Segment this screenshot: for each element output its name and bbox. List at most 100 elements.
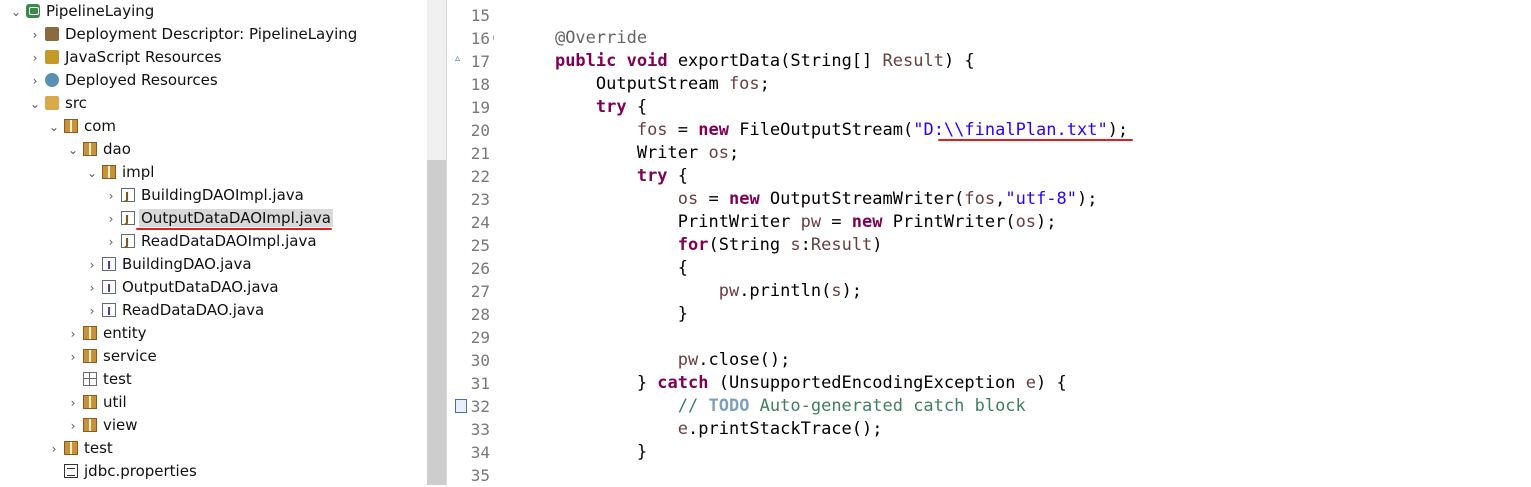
code-line[interactable]: Writer os; bbox=[514, 142, 739, 165]
code-token: public bbox=[554, 51, 617, 71]
code-token: new bbox=[698, 120, 729, 140]
code-line[interactable]: e.printStackTrace(); bbox=[514, 418, 883, 441]
chevron-right-icon[interactable]: › bbox=[27, 70, 43, 93]
line-number: 30 bbox=[470, 351, 490, 370]
code-line[interactable]: public void exportData(String[] Result) … bbox=[514, 50, 975, 73]
properties-file-icon bbox=[64, 464, 78, 478]
tree-item[interactable]: › BuildingDAOImpl.java bbox=[103, 184, 306, 208]
tree-item-label: src bbox=[65, 94, 87, 112]
tree-item[interactable]: › OutputDataDAO.java bbox=[84, 276, 281, 300]
code-line[interactable]: @Override bbox=[514, 27, 647, 50]
chevron-right-icon[interactable]: › bbox=[27, 24, 43, 47]
code-token: PrintWriter bbox=[514, 212, 801, 232]
chevron-right-icon[interactable]: › bbox=[65, 346, 81, 369]
tree-item[interactable]: › entity bbox=[65, 322, 149, 345]
tree-item[interactable]: › Deployment Descriptor: PipelineLaying bbox=[27, 23, 359, 46]
package-icon bbox=[83, 395, 97, 409]
tree-item[interactable]: › Deployed Resources bbox=[27, 69, 220, 92]
chevron-right-icon[interactable]: › bbox=[46, 438, 62, 461]
code-token: s bbox=[790, 235, 801, 255]
code-token: os bbox=[677, 189, 699, 209]
code-line[interactable]: for(String s:Result) bbox=[514, 234, 883, 257]
tree-item[interactable]: › util bbox=[65, 391, 129, 414]
chevron-right-icon[interactable]: › bbox=[103, 208, 119, 231]
tree-item[interactable]: › ReadDataDAOImpl.java bbox=[103, 230, 319, 254]
tree-item[interactable]: jdbc.properties bbox=[46, 460, 199, 483]
tree-item[interactable]: ⌄ impl bbox=[84, 161, 156, 184]
java-interface-file-icon bbox=[102, 254, 116, 277]
chevron-right-icon[interactable]: › bbox=[65, 323, 81, 346]
tree-item-label: view bbox=[103, 416, 138, 434]
line-number: 21 bbox=[470, 144, 490, 163]
code-token: OutputStream bbox=[514, 74, 729, 94]
code-line[interactable]: try { bbox=[514, 96, 647, 119]
package-icon bbox=[83, 326, 97, 340]
tree-item-label: BuildingDAOImpl.java bbox=[141, 186, 304, 204]
tree-item[interactable]: › service bbox=[65, 345, 159, 368]
code-token: } bbox=[514, 442, 648, 462]
tree-item-label: ReadDataDAOImpl.java bbox=[141, 232, 317, 250]
java-interface-file-icon bbox=[102, 277, 116, 300]
tree-item-label: test bbox=[103, 370, 132, 388]
line-number: 34 bbox=[470, 443, 490, 462]
line-number: 16 bbox=[470, 29, 490, 48]
tree-item[interactable]: test bbox=[65, 368, 134, 391]
line-number: 28 bbox=[470, 305, 490, 324]
code-token: ) bbox=[872, 235, 883, 255]
code-editor[interactable]: @Override public void exportData(String[… bbox=[494, 0, 1531, 485]
scrollbar-thumb[interactable] bbox=[427, 160, 446, 485]
code-token: : bbox=[800, 235, 811, 255]
tree-item[interactable]: › OutputDataDAOImpl.java bbox=[103, 207, 333, 231]
code-line[interactable]: pw.println(s); bbox=[514, 280, 862, 303]
code-line[interactable]: { bbox=[514, 257, 688, 280]
chevron-right-icon[interactable]: › bbox=[103, 185, 119, 208]
chevron-right-icon[interactable]: › bbox=[84, 277, 100, 300]
chevron-right-icon[interactable]: › bbox=[65, 415, 81, 438]
line-number: 35 bbox=[470, 466, 490, 485]
code-line[interactable]: PrintWriter pw = new PrintWriter(os); bbox=[514, 211, 1057, 234]
chevron-down-icon[interactable]: ⌄ bbox=[8, 1, 24, 24]
chevron-down-icon[interactable]: ⌄ bbox=[65, 139, 81, 162]
code-token: new bbox=[728, 189, 760, 209]
code-line[interactable]: // TODO Auto-generated catch block bbox=[514, 395, 1026, 418]
line-number: 20 bbox=[470, 121, 490, 140]
tree-item[interactable]: ⌄ com bbox=[46, 115, 118, 138]
chevron-right-icon[interactable]: › bbox=[27, 47, 43, 70]
task-marker-icon[interactable] bbox=[455, 399, 467, 413]
tree-item-label: BuildingDAO.java bbox=[122, 255, 252, 273]
chevron-right-icon[interactable]: › bbox=[103, 231, 119, 254]
tree-item[interactable]: › view bbox=[65, 414, 140, 437]
code-token: } bbox=[514, 304, 688, 324]
code-line[interactable]: pw.close(); bbox=[514, 349, 791, 372]
code-line[interactable]: OutputStream fos; bbox=[514, 73, 770, 96]
code-line[interactable]: os = new OutputStreamWriter(fos,"utf-8")… bbox=[514, 188, 1098, 211]
java-interface-file-icon bbox=[102, 300, 116, 323]
code-token: ); bbox=[1077, 189, 1098, 209]
chevron-down-icon[interactable]: ⌄ bbox=[84, 162, 100, 185]
tree-item[interactable]: ⌄ dao bbox=[65, 138, 133, 161]
chevron-right-icon[interactable]: › bbox=[84, 254, 100, 277]
chevron-down-icon[interactable]: ⌄ bbox=[27, 93, 43, 116]
tree-item[interactable]: › JavaScript Resources bbox=[27, 46, 224, 69]
chevron-right-icon[interactable]: › bbox=[84, 300, 100, 323]
tree-item[interactable]: ⌄ src bbox=[27, 92, 89, 115]
tree-item[interactable]: › ReadDataDAO.java bbox=[84, 299, 266, 323]
code-line[interactable]: } bbox=[514, 441, 647, 464]
code-token: ) { bbox=[1036, 373, 1067, 393]
code-line[interactable]: } catch (UnsupportedEncodingException e)… bbox=[514, 372, 1067, 395]
tree-item[interactable]: › BuildingDAO.java bbox=[84, 253, 254, 277]
code-token: = bbox=[698, 189, 729, 209]
code-line[interactable]: try { bbox=[514, 165, 688, 188]
code-line[interactable]: } bbox=[514, 303, 688, 326]
tree-item[interactable]: ⌄ PipelineLaying bbox=[8, 0, 156, 23]
chevron-down-icon[interactable]: ⌄ bbox=[46, 116, 62, 139]
chevron-right-icon[interactable]: › bbox=[65, 392, 81, 415]
code-token: @Override bbox=[554, 28, 648, 48]
explorer-scrollbar[interactable] bbox=[427, 0, 446, 485]
code-token: = bbox=[667, 120, 699, 140]
tree-item[interactable]: › test bbox=[46, 437, 115, 460]
